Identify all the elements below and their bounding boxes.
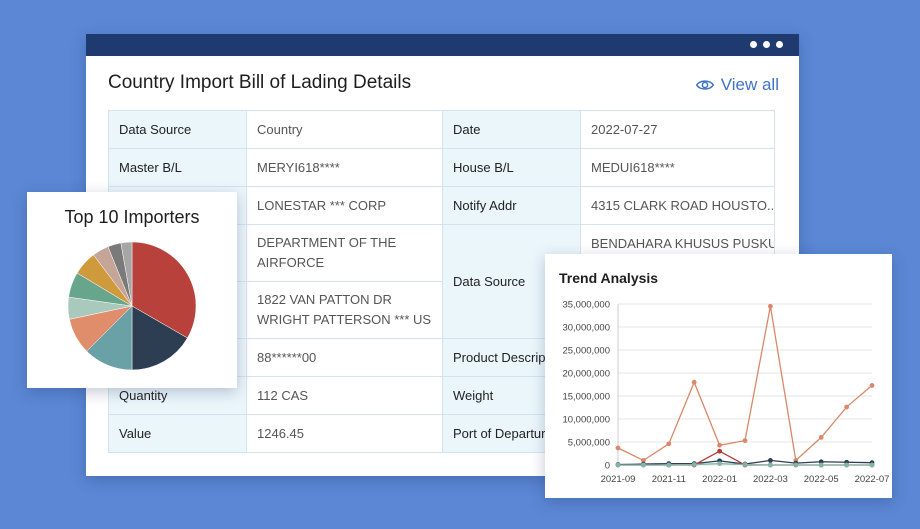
more-options-icon[interactable] (750, 41, 783, 48)
field-value: MERYI618**** (247, 149, 443, 187)
page-title: Country Import Bill of Lading Details (108, 72, 412, 93)
window-titlebar (86, 34, 799, 56)
field-label: Notify Addr (443, 187, 581, 225)
field-value: 4315 CLARK ROAD HOUSTO... (581, 187, 775, 225)
view-all-label: View all (720, 75, 779, 94)
y-tick-label: 0 (605, 461, 610, 472)
data-point[interactable] (818, 462, 824, 468)
field-value: 112 CAS (247, 377, 443, 415)
data-point[interactable] (717, 442, 722, 448)
data-point[interactable] (793, 462, 799, 468)
field-label: Master B/L (109, 149, 247, 187)
x-tick-label: 2021-09 (601, 474, 636, 485)
x-tick-label: 2022-05 (804, 474, 839, 485)
data-point[interactable] (615, 445, 621, 451)
x-tick-label: 2022-07 (855, 474, 890, 485)
data-point[interactable] (666, 462, 672, 468)
field-value: 1246.45 (247, 415, 443, 453)
y-tick-label: 25,000,000 (562, 346, 610, 357)
y-tick-label: 15,000,000 (562, 392, 610, 403)
data-point[interactable] (844, 404, 849, 410)
field-label: House B/L (443, 149, 581, 187)
data-point[interactable] (691, 462, 697, 467)
data-point[interactable] (768, 303, 773, 309)
data-point[interactable] (641, 462, 646, 468)
field-value: LONESTAR *** CORP (247, 187, 443, 225)
data-point[interactable] (742, 438, 748, 444)
field-label: Value (109, 415, 247, 453)
x-tick-label: 2021-11 (652, 474, 686, 485)
y-tick-label: 20,000,000 (562, 369, 610, 380)
data-point[interactable] (869, 383, 875, 388)
field-value: Country (247, 111, 443, 149)
top-importers-card: Top 10 Importers (27, 192, 237, 388)
data-point[interactable] (742, 462, 748, 467)
field-value: MEDUI618**** (581, 149, 775, 187)
y-tick-label: 10,000,000 (562, 415, 610, 426)
data-point[interactable] (869, 462, 875, 468)
field-label: Data Source (109, 111, 247, 149)
view-all-link[interactable]: View all (695, 75, 779, 95)
field-value: DEPARTMENT OF THE AIRFORCE (247, 225, 443, 282)
y-tick-label: 35,000,000 (562, 300, 610, 311)
pie-title: Top 10 Importers (64, 207, 200, 227)
dot (776, 41, 783, 48)
field-label: Date (443, 111, 581, 149)
dot (750, 41, 757, 48)
trend-analysis-card: Trend Analysis 0 5,000,000 10,000,000 15,00… (545, 254, 892, 498)
data-point[interactable] (768, 458, 773, 463)
data-point[interactable] (717, 448, 722, 454)
field-value: 88******00 (247, 339, 443, 377)
trend-line-chart: 0 5,000,000 10,000,000 15,000,000 20,000,000… (562, 300, 890, 486)
field-value: 2022-07-27 (581, 111, 775, 149)
dot (763, 41, 770, 48)
data-point[interactable] (666, 441, 672, 447)
y-tick-label: 5,000,000 (568, 438, 610, 449)
field-value: 1822 VAN PATTON DR WRIGHT PATTERSON *** … (247, 282, 443, 339)
data-point[interactable] (844, 462, 849, 468)
y-tick-label: 30,000,000 (562, 323, 610, 334)
eye-icon (695, 80, 714, 90)
data-point[interactable] (691, 379, 697, 385)
importers-pie-chart (67, 241, 197, 371)
data-point[interactable] (818, 435, 824, 440)
series-line (617, 306, 873, 462)
x-tick-label: 2022-01 (702, 474, 737, 485)
data-point[interactable] (717, 461, 722, 467)
x-tick-label: 2022-03 (753, 474, 788, 485)
data-point[interactable] (768, 462, 773, 468)
data-point[interactable] (615, 462, 621, 468)
